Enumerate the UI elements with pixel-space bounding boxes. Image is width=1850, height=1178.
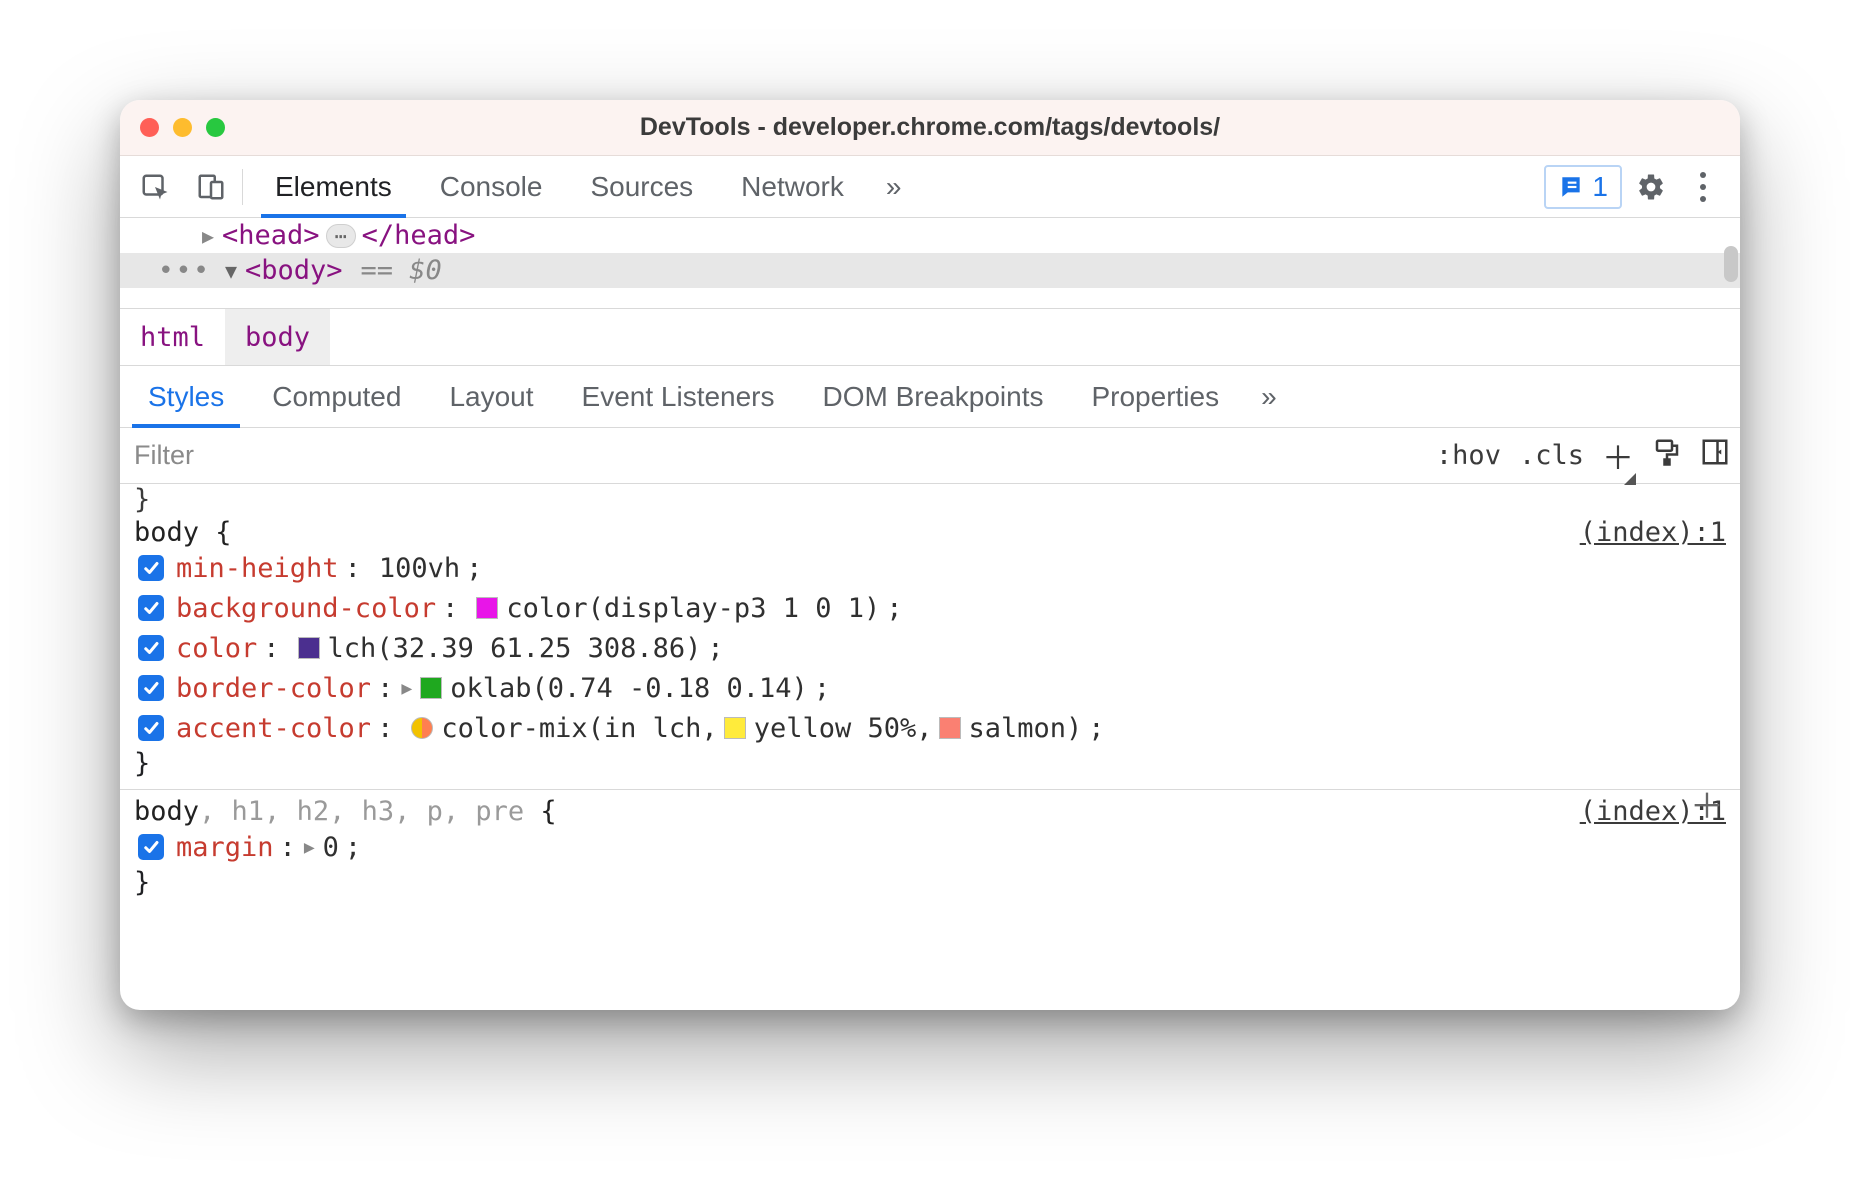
device-toolbar-icon[interactable] xyxy=(188,164,234,210)
sidebar-tab-computed[interactable]: Computed xyxy=(248,366,425,427)
inspect-element-icon[interactable] xyxy=(132,164,178,210)
sidebar-tab-layout[interactable]: Layout xyxy=(425,366,557,427)
property-value[interactable]: salmon) xyxy=(969,713,1083,744)
expand-shorthand-icon[interactable]: ▶ xyxy=(401,678,412,699)
selector-text[interactable]: body { xyxy=(134,517,232,548)
window-zoom-button[interactable] xyxy=(206,118,225,137)
sidebar-tab-properties[interactable]: Properties xyxy=(1067,366,1243,427)
color-swatch[interactable] xyxy=(420,677,442,699)
expand-icon[interactable]: ▶ xyxy=(200,224,216,248)
selector-text[interactable]: body, h1, h2, h3, p, pre { xyxy=(134,796,557,827)
breadcrumb-html[interactable]: html xyxy=(120,309,225,365)
window-titlebar: DevTools - developer.chrome.com/tags/dev… xyxy=(120,100,1740,156)
panel-tab-elements[interactable]: Elements xyxy=(251,156,416,217)
property-value[interactable]: 0 xyxy=(323,832,339,863)
color-swatch[interactable] xyxy=(476,597,498,619)
property-name[interactable]: margin xyxy=(176,832,274,863)
kebab-menu-icon[interactable] xyxy=(1680,164,1726,210)
toggle-cls-button[interactable]: .cls xyxy=(1519,440,1584,471)
property-value[interactable]: lch(32.39 61.25 308.86) xyxy=(328,633,702,664)
panel-tabs: Elements Console Sources Network » xyxy=(251,156,919,217)
css-rule-body-group: body, h1, h2, h3, p, pre { (index):1 mar… xyxy=(134,796,1726,898)
color-swatch[interactable] xyxy=(724,717,746,739)
expand-shorthand-icon[interactable]: ▶ xyxy=(304,837,315,858)
css-declaration[interactable]: border-color:▶oklab(0.74 -0.18 0.14); xyxy=(134,668,1726,708)
window-minimize-button[interactable] xyxy=(173,118,192,137)
color-mix-swatch[interactable] xyxy=(411,717,433,739)
window-title: DevTools - developer.chrome.com/tags/dev… xyxy=(120,113,1740,142)
issues-button[interactable]: 1 xyxy=(1544,165,1622,209)
issues-count: 1 xyxy=(1592,171,1608,203)
property-name[interactable]: color xyxy=(176,633,257,664)
dom-node-head[interactable]: ▶ <head> ⋯ </head> xyxy=(120,218,1740,253)
toggle-hov-button[interactable]: :hov xyxy=(1436,440,1501,471)
color-swatch[interactable] xyxy=(298,637,320,659)
dom-selection-dots: ••• xyxy=(158,256,211,286)
devtools-window: DevTools - developer.chrome.com/tags/dev… xyxy=(120,100,1740,1010)
panel-tab-sources[interactable]: Sources xyxy=(566,156,717,217)
property-name[interactable]: border-color xyxy=(176,673,371,704)
computed-toggle-icon[interactable] xyxy=(1700,437,1730,474)
property-toggle-checkbox[interactable] xyxy=(138,635,164,661)
source-link[interactable]: (index):1 xyxy=(1580,517,1726,548)
property-toggle-checkbox[interactable] xyxy=(138,715,164,741)
sidebar-tab-event-listeners[interactable]: Event Listeners xyxy=(558,366,799,427)
dom-node-body-selected[interactable]: ••• ▼ <body> == $0 xyxy=(120,253,1740,288)
color-swatch[interactable] xyxy=(939,717,961,739)
property-name[interactable]: min-height xyxy=(176,553,339,584)
residual-brace: } xyxy=(134,484,1726,515)
sidebar-tab-dom-breakpoints[interactable]: DOM Breakpoints xyxy=(799,366,1068,427)
settings-icon[interactable] xyxy=(1628,164,1674,210)
main-toolbar: Elements Console Sources Network » 1 xyxy=(120,156,1740,218)
panel-tabs-overflow-button[interactable]: » xyxy=(868,156,920,217)
sidebar-tabs: Styles Computed Layout Event Listeners D… xyxy=(120,366,1740,428)
css-declaration[interactable]: min-height:100vh; xyxy=(134,548,1726,588)
issues-icon xyxy=(1558,174,1584,200)
panel-tab-network[interactable]: Network xyxy=(717,156,868,217)
property-value[interactable]: yellow 50%, xyxy=(754,713,933,744)
property-toggle-checkbox[interactable] xyxy=(138,675,164,701)
css-declaration[interactable]: background-color:color(display-p3 1 0 1)… xyxy=(134,588,1726,628)
css-declaration[interactable]: margin:▶0; xyxy=(134,827,1726,867)
property-value[interactable]: oklab(0.74 -0.18 0.14) xyxy=(450,673,808,704)
css-declaration[interactable]: accent-color:color-mix(in lch, yellow 50… xyxy=(134,708,1726,748)
panel-tab-console[interactable]: Console xyxy=(416,156,567,217)
sidebar-tabs-overflow-button[interactable]: » xyxy=(1243,381,1295,413)
breadcrumb-body[interactable]: body xyxy=(225,309,330,365)
property-value[interactable]: 100vh xyxy=(379,553,460,584)
new-style-rule-button[interactable]: ＋ xyxy=(1602,433,1634,479)
property-name[interactable]: background-color xyxy=(176,593,436,624)
styles-filter-bar: :hov .cls ＋ xyxy=(120,428,1740,484)
css-rule-body: body { (index):1 min-height:100vh;backgr… xyxy=(134,517,1726,779)
dom-breadcrumb: html body xyxy=(120,308,1740,366)
property-toggle-checkbox[interactable] xyxy=(138,555,164,581)
css-declaration[interactable]: color:lch(32.39 61.25 308.86); xyxy=(134,628,1726,668)
property-value[interactable]: color-mix(in lch, xyxy=(441,713,717,744)
property-toggle-checkbox[interactable] xyxy=(138,595,164,621)
property-toggle-checkbox[interactable] xyxy=(138,834,164,860)
dom-tree[interactable]: ▶ <head> ⋯ </head> ••• ▼ <body> == $0 xyxy=(120,218,1740,308)
add-declaration-button[interactable]: ＋ xyxy=(1690,779,1724,828)
styles-pane[interactable]: } body { (index):1 min-height:100vh;back… xyxy=(120,484,1740,1010)
window-traffic-lights xyxy=(140,118,225,137)
window-close-button[interactable] xyxy=(140,118,159,137)
property-name[interactable]: accent-color xyxy=(176,713,371,744)
ellipsis-chip[interactable]: ⋯ xyxy=(326,224,356,248)
sidebar-tab-styles[interactable]: Styles xyxy=(124,366,248,427)
styles-filter-input[interactable] xyxy=(120,428,1319,483)
collapse-icon[interactable]: ▼ xyxy=(223,259,239,283)
property-value[interactable]: color(display-p3 1 0 1) xyxy=(506,593,880,624)
dom-scrollbar-thumb[interactable] xyxy=(1724,246,1738,282)
styles-paint-icon[interactable] xyxy=(1652,437,1682,474)
console-reference-label: == $0 xyxy=(361,255,442,286)
